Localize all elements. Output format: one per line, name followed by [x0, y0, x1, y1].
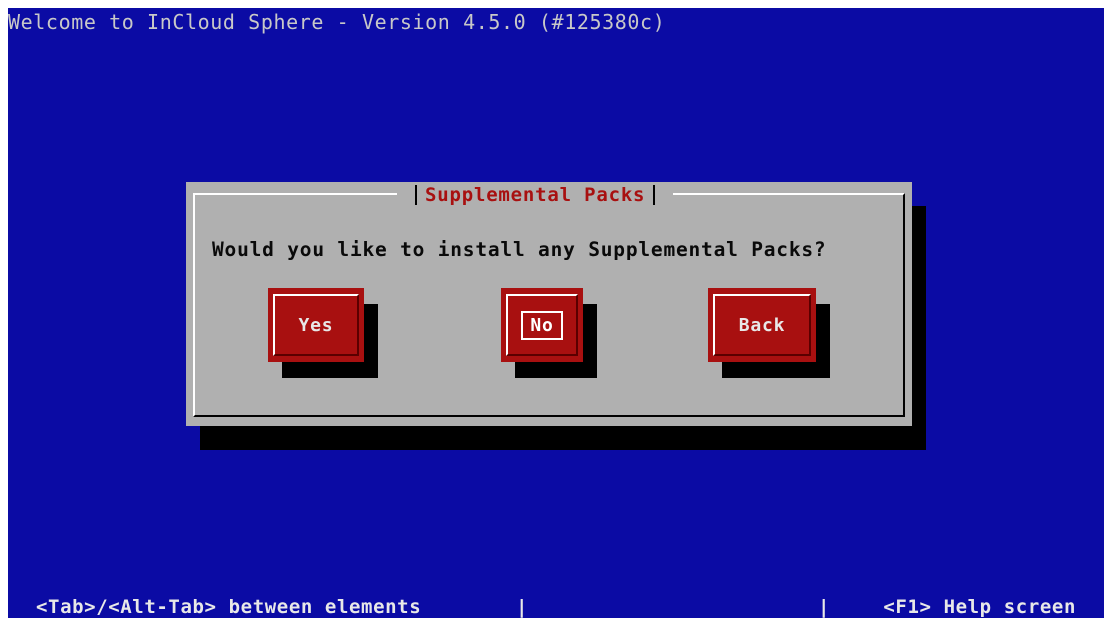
dialog-title: Supplemental Packs — [425, 184, 646, 206]
window-title: Welcome to InCloud Sphere - Version 4.5.… — [8, 10, 666, 34]
no-button-label: No — [521, 310, 563, 340]
dialog-title-bar: Supplemental Packs — [397, 182, 674, 208]
title-right-tick — [653, 185, 656, 205]
status-hint-navigation: <Tab>/<Alt-Tab> between elements — [36, 596, 422, 618]
title-left-tick — [415, 185, 417, 205]
installer-screen: Welcome to InCloud Sphere - Version 4.5.… — [8, 8, 1104, 618]
back-button-label: Back — [738, 314, 786, 336]
dialog-question: Would you like to install any Supplement… — [212, 238, 827, 261]
status-bar: <Tab>/<Alt-Tab> between elements | | <F1… — [8, 590, 1104, 618]
supplemental-packs-dialog: Supplemental Packs Would you like to ins… — [186, 182, 912, 426]
yes-button-label: Yes — [298, 314, 334, 336]
status-hint-help: <F1> Help screen — [883, 596, 1076, 618]
no-button[interactable]: No — [501, 288, 583, 362]
status-separator: | — [516, 596, 529, 618]
back-button[interactable]: Back — [708, 288, 816, 362]
yes-button[interactable]: Yes — [268, 288, 364, 362]
status-separator: | — [818, 596, 831, 618]
